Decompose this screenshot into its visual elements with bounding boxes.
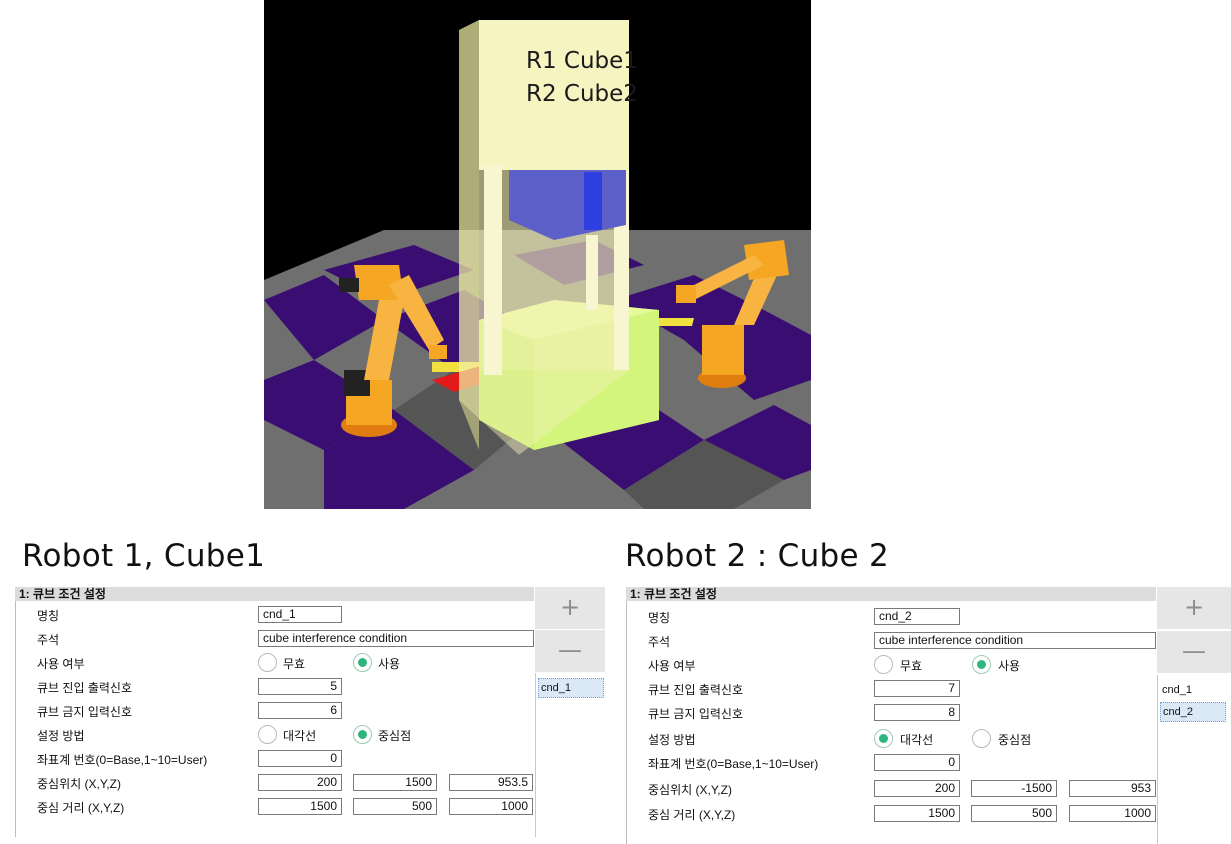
use-label: 사용 여부 — [648, 659, 696, 673]
robot-cell-3d-view: R1 Cube1 R2 Cube2 — [264, 0, 811, 509]
coord-input[interactable]: 0 — [258, 750, 342, 767]
scene-render — [264, 20, 811, 509]
add-button[interactable]: + — [535, 587, 605, 629]
list-item-cnd-1[interactable]: cnd_1 — [1160, 680, 1226, 700]
in-signal-input[interactable]: 8 — [874, 704, 960, 721]
dist-x-input[interactable]: 1500 — [258, 798, 342, 815]
use-disabled-radio[interactable] — [874, 655, 893, 674]
comment-input[interactable]: cube interference condition — [874, 632, 1156, 649]
name-label: 명칭 — [37, 609, 60, 623]
center-label: 중심위치 (X,Y,Z) — [37, 777, 121, 791]
robot2-heading: Robot 2 : Cube 2 — [625, 538, 890, 574]
use-enabled-radio[interactable] — [353, 653, 372, 672]
out-signal-label: 큐브 진입 출력신호 — [648, 683, 743, 697]
panel-header: 1: 큐브 조건 설정 — [15, 587, 534, 601]
center-y-input[interactable]: 1500 — [353, 774, 437, 791]
cube-settings-panel-2: 1: 큐브 조건 설정 명칭 cnd_2 주석 cube interferenc… — [626, 587, 1231, 844]
panel-header: 1: 큐브 조건 설정 — [626, 587, 1156, 601]
remove-button[interactable]: — — [1157, 631, 1231, 673]
dist-x-input[interactable]: 1500 — [874, 805, 960, 822]
use-disabled-radio[interactable] — [258, 653, 277, 672]
use-enabled-radio[interactable] — [972, 655, 991, 674]
comment-label: 주석 — [37, 633, 60, 647]
name-input[interactable]: cnd_2 — [874, 608, 960, 625]
distance-label: 중심 거리 (X,Y,Z) — [648, 808, 736, 822]
center-z-input[interactable]: 953.5 — [449, 774, 533, 791]
remove-button[interactable]: — — [535, 630, 605, 672]
method-diagonal-radio[interactable] — [258, 725, 277, 744]
center-label: 중심위치 (X,Y,Z) — [648, 783, 732, 797]
use-disabled-label: 무효 — [283, 657, 306, 671]
add-button[interactable]: + — [1157, 587, 1231, 629]
coord-label: 좌표계 번호(0=Base,1~10=User) — [648, 757, 819, 771]
condition-list: cnd_1 — [535, 673, 606, 837]
method-center-label: 중심점 — [378, 729, 412, 743]
method-center-radio[interactable] — [972, 729, 991, 748]
out-signal-input[interactable]: 7 — [874, 680, 960, 697]
use-enabled-label: 사용 — [998, 659, 1021, 673]
method-label: 설정 방법 — [648, 733, 696, 747]
coord-label: 좌표계 번호(0=Base,1~10=User) — [37, 753, 208, 767]
name-label: 명칭 — [648, 611, 671, 625]
dist-y-input[interactable]: 500 — [971, 805, 1057, 822]
use-enabled-label: 사용 — [378, 657, 401, 671]
dist-z-input[interactable]: 1000 — [1069, 805, 1156, 822]
method-center-label: 중심점 — [998, 733, 1032, 747]
list-item-cnd-2[interactable]: cnd_2 — [1160, 702, 1226, 722]
method-center-radio[interactable] — [353, 725, 372, 744]
robot1-heading: Robot 1, Cube1 — [22, 538, 266, 574]
dist-z-input[interactable]: 1000 — [449, 798, 533, 815]
method-diagonal-radio[interactable] — [874, 729, 893, 748]
method-label: 설정 방법 — [37, 729, 85, 743]
distance-label: 중심 거리 (X,Y,Z) — [37, 801, 125, 815]
center-x-input[interactable]: 200 — [874, 780, 960, 797]
condition-list: cnd_1 cnd_2 — [1157, 675, 1231, 844]
center-z-input[interactable]: 953 — [1069, 780, 1156, 797]
cube-settings-panel-1: 1: 큐브 조건 설정 명칭 cnd_1 주석 cube interferenc… — [15, 587, 606, 837]
coord-input[interactable]: 0 — [874, 754, 960, 771]
dist-y-input[interactable]: 500 — [353, 798, 437, 815]
scene-label-r1: R1 Cube1 — [526, 48, 638, 74]
out-signal-label: 큐브 진입 출력신호 — [37, 681, 132, 695]
method-diagonal-label: 대각선 — [283, 729, 317, 743]
list-item-cnd-1[interactable]: cnd_1 — [538, 678, 604, 698]
in-signal-label: 큐브 금지 입력신호 — [37, 705, 132, 719]
name-input[interactable]: cnd_1 — [258, 606, 342, 623]
center-y-input[interactable]: -1500 — [971, 780, 1057, 797]
in-signal-input[interactable]: 6 — [258, 702, 342, 719]
use-label: 사용 여부 — [37, 657, 85, 671]
comment-input[interactable]: cube interference condition — [258, 630, 534, 647]
method-diagonal-label: 대각선 — [900, 733, 934, 747]
center-x-input[interactable]: 200 — [258, 774, 342, 791]
scene-label-r2: R2 Cube2 — [526, 81, 638, 107]
in-signal-label: 큐브 금지 입력신호 — [648, 707, 743, 721]
use-disabled-label: 무효 — [900, 659, 923, 673]
comment-label: 주석 — [648, 635, 671, 649]
out-signal-input[interactable]: 5 — [258, 678, 342, 695]
